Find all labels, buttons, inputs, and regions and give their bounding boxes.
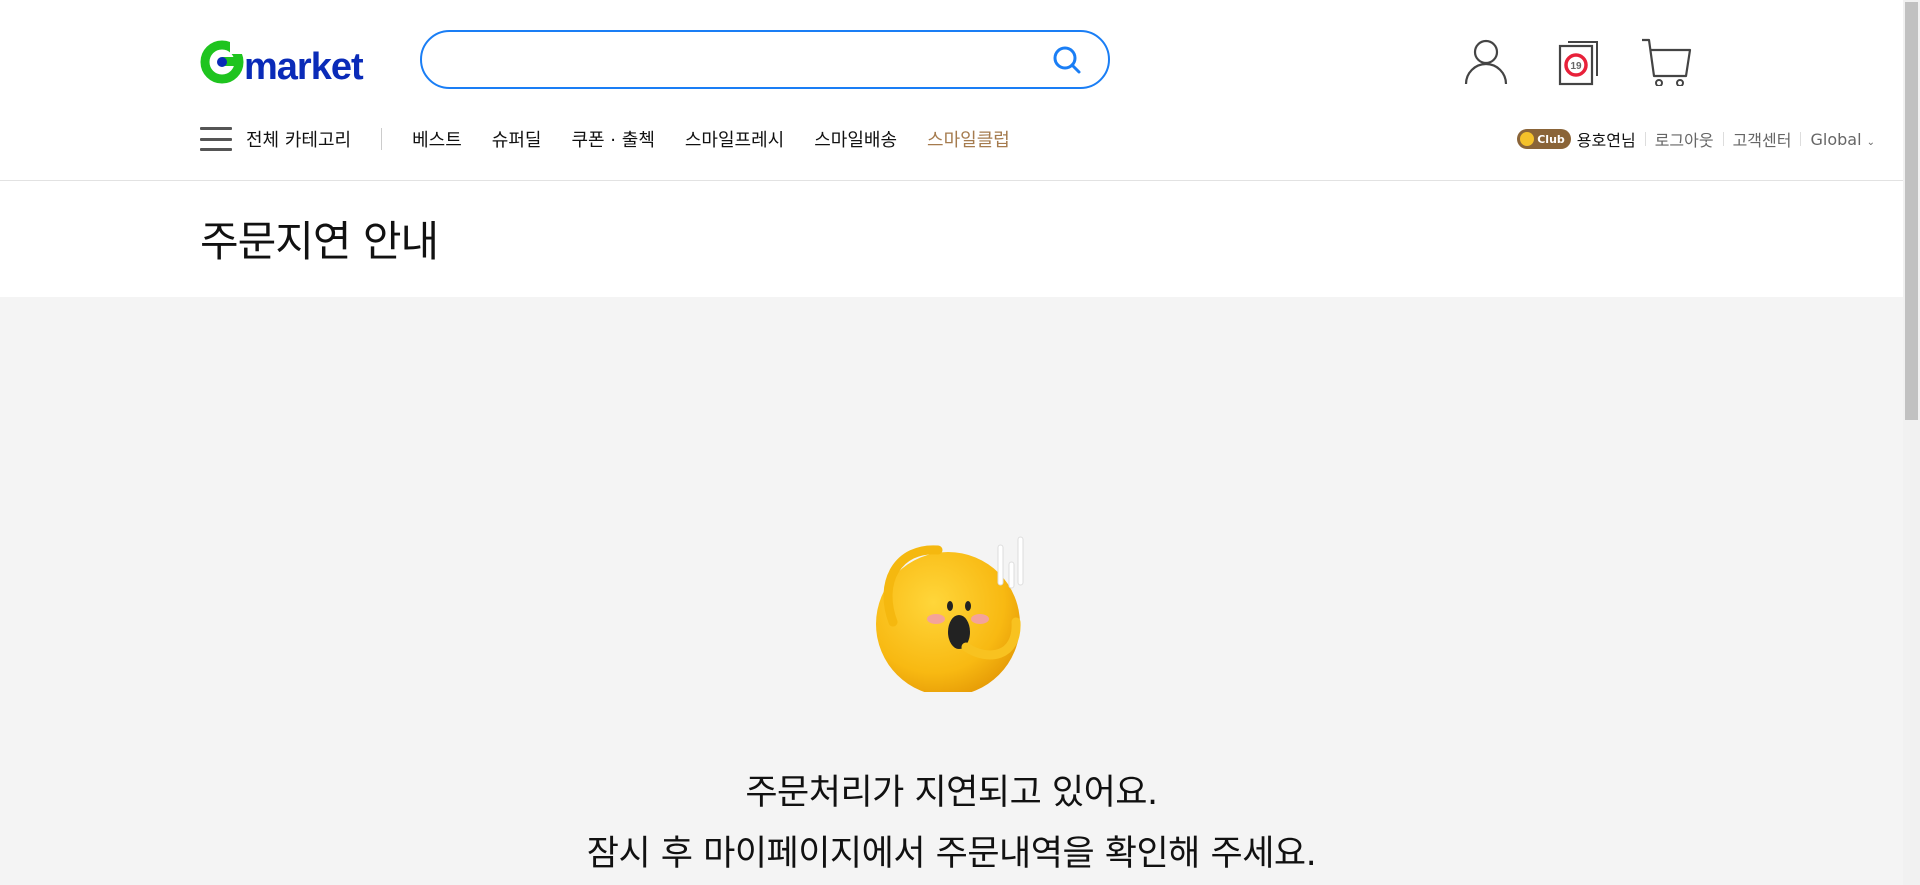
all-categories-label: 전체 카테고리	[246, 130, 352, 151]
club-badge-label: Club	[1537, 132, 1565, 146]
vertical-scrollbar[interactable]	[1903, 0, 1920, 885]
gmarket-logo[interactable]: market	[200, 36, 385, 86]
nav-smile-club[interactable]: 스마일클럽	[927, 126, 1010, 152]
page: market 19 전체 카테고리 베스트 슈퍼딜 쿠폰 · 출첵 스마일프레시…	[0, 0, 1903, 885]
title-area: 주문지연 안내	[0, 182, 1903, 297]
page-title: 주문지연 안내	[200, 217, 439, 266]
nav-smile-delivery[interactable]: 스마일배송	[814, 126, 897, 152]
divider	[1800, 132, 1802, 146]
logout-link[interactable]: 로그아웃	[1655, 127, 1714, 151]
hamburger-icon	[200, 127, 232, 151]
notice-line-1: 주문처리가 지연되고 있어요.	[745, 773, 1158, 813]
support-link[interactable]: 고객센터	[1733, 127, 1792, 151]
user-icon[interactable]	[1462, 36, 1510, 86]
header: market 19 전체 카테고리 베스트 슈퍼딜 쿠폰 · 출첵 스마일프레시…	[0, 0, 1903, 181]
chevron-down-icon: ⌄	[1866, 136, 1875, 148]
svg-text:19: 19	[1570, 61, 1582, 72]
surprised-emoji-icon	[876, 536, 1024, 692]
nav-superdeal[interactable]: 슈퍼딜	[492, 126, 542, 152]
search-bar	[420, 30, 1110, 89]
notice-line-2: 잠시 후 마이페이지에서 주문내역을 확인해 주세요.	[586, 834, 1317, 874]
search-input[interactable]	[446, 42, 1026, 78]
divider	[1644, 132, 1646, 146]
nav-best[interactable]: 베스트	[412, 126, 462, 152]
divider	[1722, 132, 1724, 146]
main-nav: 전체 카테고리 베스트 슈퍼딜 쿠폰 · 출첵 스마일프레시 스마일배송 스마일…	[200, 122, 1040, 156]
nav-smile-fresh[interactable]: 스마일프레시	[685, 126, 784, 152]
delay-notice: 주문처리가 지연되고 있어요. 잠시 후 마이페이지에서 주문내역을 확인해 주…	[0, 297, 1903, 885]
global-link[interactable]: Global ⌄	[1810, 130, 1875, 149]
utility-menu: Club 용호연님 로그아웃 고객센터 Global ⌄	[1517, 124, 1875, 154]
global-label: Global	[1810, 129, 1862, 149]
svg-text:market: market	[244, 46, 364, 86]
scrollbar-thumb[interactable]	[1905, 2, 1918, 420]
club-badge: Club	[1517, 129, 1571, 149]
nav-divider	[381, 128, 383, 150]
all-categories-button[interactable]: 전체 카테고리	[200, 126, 351, 152]
nav-coupon[interactable]: 쿠폰 · 출첵	[571, 126, 654, 152]
user-name[interactable]: 용호연님	[1577, 127, 1636, 151]
club-icon	[1520, 132, 1535, 146]
adult-19-icon[interactable]: 19	[1556, 36, 1604, 86]
cart-icon[interactable]	[1640, 36, 1696, 86]
search-icon[interactable]	[1052, 45, 1082, 75]
